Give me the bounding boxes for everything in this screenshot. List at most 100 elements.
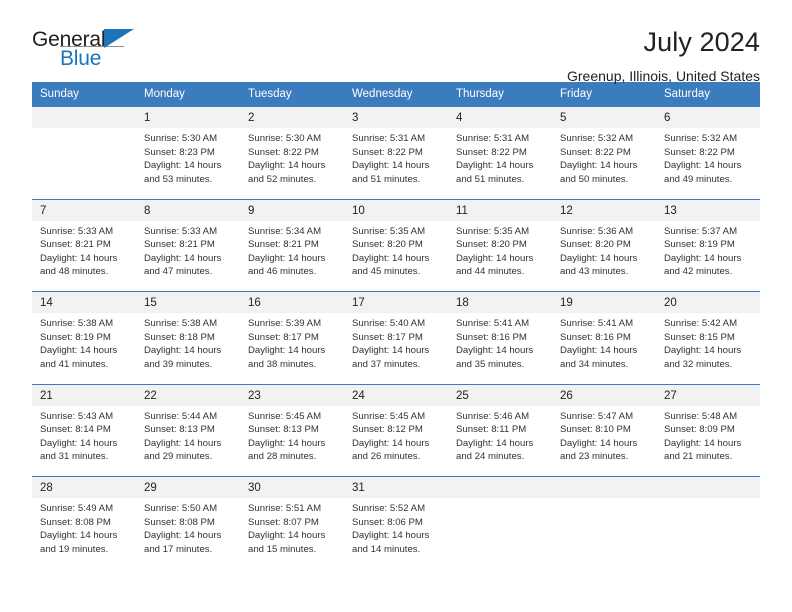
daylight-duration-line1: Daylight: 14 hours — [248, 252, 326, 264]
daylight-duration-line1: Daylight: 14 hours — [664, 437, 742, 449]
daylight-duration-line2: and 44 minutes. — [456, 266, 525, 278]
daylight-duration-line2: and 46 minutes. — [248, 266, 317, 278]
weekday-header-tuesday: Tuesday — [240, 82, 344, 107]
sunrise-time: Sunrise: 5:33 AM — [40, 225, 114, 237]
day-detail-cell: Sunrise: 5:35 AM Sunset: 8:20 PM Daylight:… — [344, 220, 448, 292]
day-number-cell[interactable]: 8 — [136, 198, 240, 221]
day-number-cell[interactable]: 27 — [656, 383, 760, 406]
day-number-cell[interactable]: 16 — [240, 291, 344, 313]
title-block: July 2024 Greenup, Illinois, United Stat… — [567, 26, 760, 85]
day-number-cell[interactable]: 3 — [344, 107, 448, 128]
day-number-cell[interactable]: 31 — [344, 476, 448, 498]
daylight-duration-line2: and 24 minutes. — [456, 451, 525, 463]
daylight-duration-line1: Daylight: 14 hours — [352, 437, 430, 449]
day-cell-empty — [656, 476, 760, 498]
day-detail-empty — [656, 498, 760, 564]
day-number-cell[interactable]: 30 — [240, 476, 344, 498]
page-header: General Blue July 2024 Greenup, Illinois… — [32, 0, 760, 84]
day-number-cell[interactable]: 13 — [656, 198, 760, 221]
day-detail-empty — [448, 498, 552, 564]
brand-logo[interactable]: General Blue — [32, 26, 147, 74]
day-number-cell[interactable]: 28 — [32, 476, 136, 498]
sunrise-time: Sunrise: 5:34 AM — [248, 225, 322, 237]
day-number-cell[interactable]: 26 — [552, 383, 656, 406]
day-detail-cell: Sunrise: 5:50 AM Sunset: 8:08 PM Daylight:… — [136, 498, 240, 564]
sunset-time: Sunset: 8:23 PM — [144, 146, 215, 158]
day-number-cell[interactable]: 20 — [656, 291, 760, 313]
day-detail-cell: Sunrise: 5:33 AM Sunset: 8:21 PM Daylight:… — [32, 220, 136, 292]
day-number-cell[interactable]: 6 — [656, 107, 760, 128]
sunset-time: Sunset: 8:08 PM — [40, 516, 111, 528]
sunrise-time: Sunrise: 5:51 AM — [248, 503, 322, 514]
daylight-duration-line2: and 19 minutes. — [40, 543, 109, 555]
week-detail-row: Sunrise: 5:43 AM Sunset: 8:14 PM Daylight:… — [32, 405, 760, 477]
day-detail-cell: Sunrise: 5:41 AM Sunset: 8:16 PM Daylight:… — [552, 313, 656, 384]
sunset-time: Sunset: 8:14 PM — [40, 424, 111, 436]
day-cell-empty — [32, 107, 136, 128]
day-number-cell[interactable]: 17 — [344, 291, 448, 313]
day-detail-cell: Sunrise: 5:32 AM Sunset: 8:22 PM Daylight:… — [656, 128, 760, 199]
day-number-cell[interactable]: 23 — [240, 383, 344, 406]
day-number-cell[interactable]: 11 — [448, 198, 552, 221]
calendar-header: Sunday Monday Tuesday Wednesday Thursday… — [32, 82, 760, 107]
day-number-cell[interactable]: 19 — [552, 291, 656, 313]
daylight-duration-line1: Daylight: 14 hours — [456, 160, 534, 172]
day-number-cell[interactable]: 2 — [240, 107, 344, 128]
sunrise-time: Sunrise: 5:31 AM — [352, 133, 426, 144]
week-number-row: 28 29 30 31 — [32, 476, 760, 498]
daylight-duration-line1: Daylight: 14 hours — [144, 160, 222, 172]
sunrise-time: Sunrise: 5:30 AM — [248, 133, 322, 144]
daylight-duration-line1: Daylight: 14 hours — [352, 252, 430, 264]
day-number-cell[interactable]: 9 — [240, 198, 344, 221]
sunset-time: Sunset: 8:22 PM — [352, 146, 423, 158]
day-number-cell[interactable]: 5 — [552, 107, 656, 128]
day-number-cell[interactable]: 12 — [552, 198, 656, 221]
day-detail-cell: Sunrise: 5:44 AM Sunset: 8:13 PM Daylight:… — [136, 405, 240, 477]
daylight-duration-line2: and 37 minutes. — [352, 358, 421, 370]
day-number-cell[interactable]: 15 — [136, 291, 240, 313]
daylight-duration-line1: Daylight: 14 hours — [560, 160, 638, 172]
daylight-duration-line1: Daylight: 14 hours — [456, 437, 534, 449]
sunrise-time: Sunrise: 5:47 AM — [560, 410, 634, 422]
daylight-duration-line1: Daylight: 14 hours — [40, 530, 118, 542]
daylight-duration-line2: and 34 minutes. — [560, 358, 629, 370]
sunset-time: Sunset: 8:20 PM — [560, 239, 631, 251]
daylight-duration-line1: Daylight: 14 hours — [144, 530, 222, 542]
day-number-cell[interactable]: 21 — [32, 383, 136, 406]
daylight-duration-line2: and 42 minutes. — [664, 266, 733, 278]
day-number-cell[interactable]: 1 — [136, 107, 240, 128]
day-detail-cell: Sunrise: 5:34 AM Sunset: 8:21 PM Daylight:… — [240, 220, 344, 292]
sunrise-time: Sunrise: 5:50 AM — [144, 503, 218, 514]
day-number-cell[interactable]: 7 — [32, 198, 136, 221]
sunset-time: Sunset: 8:10 PM — [560, 424, 631, 436]
day-detail-cell: Sunrise: 5:42 AM Sunset: 8:15 PM Daylight:… — [656, 313, 760, 384]
day-number-cell[interactable]: 29 — [136, 476, 240, 498]
day-detail-cell: Sunrise: 5:30 AM Sunset: 8:23 PM Daylight:… — [136, 128, 240, 199]
daylight-duration-line1: Daylight: 14 hours — [664, 252, 742, 264]
week-number-row: 21 22 23 24 25 26 27 — [32, 383, 760, 406]
sunrise-time: Sunrise: 5:45 AM — [248, 410, 322, 422]
sunrise-time: Sunrise: 5:31 AM — [456, 133, 530, 144]
sunrise-time: Sunrise: 5:38 AM — [40, 318, 114, 329]
day-detail-cell: Sunrise: 5:45 AM Sunset: 8:12 PM Daylight:… — [344, 405, 448, 477]
sunrise-time: Sunrise: 5:41 AM — [560, 318, 634, 329]
sunset-time: Sunset: 8:22 PM — [664, 146, 735, 158]
daylight-duration-line2: and 23 minutes. — [560, 451, 629, 463]
daylight-duration-line2: and 21 minutes. — [664, 451, 733, 463]
day-number-cell[interactable]: 24 — [344, 383, 448, 406]
day-cell-empty — [448, 476, 552, 498]
day-number-cell[interactable]: 18 — [448, 291, 552, 313]
weekday-header-wednesday: Wednesday — [344, 82, 448, 107]
daylight-duration-line2: and 28 minutes. — [248, 451, 317, 463]
day-number-cell[interactable]: 25 — [448, 383, 552, 406]
day-number-cell[interactable]: 22 — [136, 383, 240, 406]
sunset-time: Sunset: 8:19 PM — [664, 239, 735, 251]
day-number-cell[interactable]: 14 — [32, 291, 136, 313]
sunrise-time: Sunrise: 5:33 AM — [144, 225, 218, 237]
week-detail-row: Sunrise: 5:49 AM Sunset: 8:08 PM Daylight:… — [32, 498, 760, 564]
day-number-cell[interactable]: 4 — [448, 107, 552, 128]
sunset-time: Sunset: 8:15 PM — [664, 331, 735, 343]
daylight-duration-line2: and 31 minutes. — [40, 451, 109, 463]
day-number-cell[interactable]: 10 — [344, 198, 448, 221]
sunset-time: Sunset: 8:09 PM — [664, 424, 735, 436]
